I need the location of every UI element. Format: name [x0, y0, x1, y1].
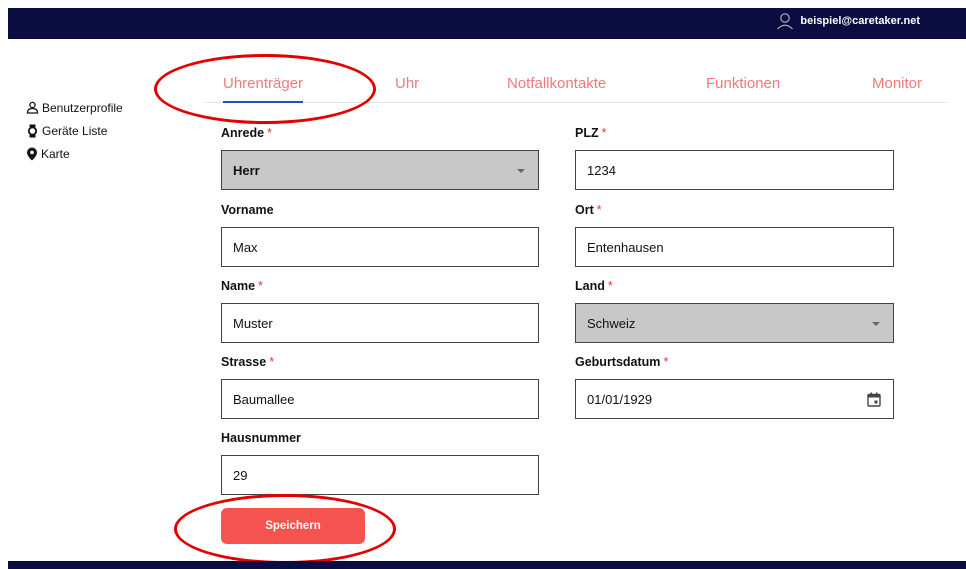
geburtsdatum-label: Geburtsdatum *	[575, 355, 669, 369]
required-mark: *	[267, 126, 272, 140]
land-value: Schweiz	[587, 315, 636, 331]
required-mark: *	[607, 279, 613, 293]
vorname-value: Max	[233, 239, 258, 255]
user-icon	[777, 13, 794, 30]
anrede-label: Anrede *	[221, 126, 272, 140]
anrede-select[interactable]: Herr	[221, 150, 539, 190]
vorname-field[interactable]: Max	[221, 227, 539, 267]
bottom-bar	[8, 561, 966, 569]
user-icon	[26, 101, 39, 114]
ort-label: Ort *	[575, 203, 602, 217]
tab-notfallkontakte[interactable]: Notfallkontakte	[507, 75, 606, 92]
top-bar: beispiel@caretaker.net	[8, 8, 966, 39]
ort-field[interactable]: Entenhausen	[575, 227, 894, 267]
sidebar-item-benutzerprofile[interactable]: Benutzerprofile	[26, 100, 123, 115]
chevron-down-icon	[872, 322, 880, 326]
hausnummer-value: 29	[233, 467, 248, 483]
hausnummer-field[interactable]: 29	[221, 455, 539, 495]
sidebar-item-label: Geräte Liste	[42, 123, 108, 138]
strasse-field[interactable]: Baumallee	[221, 379, 539, 419]
sidebar-item-geraete-liste[interactable]: Geräte Liste	[26, 123, 123, 138]
required-mark: *	[258, 279, 263, 293]
calendar-icon[interactable]	[867, 392, 881, 407]
land-label: Land *	[575, 279, 613, 293]
plz-label: PLZ *	[575, 126, 607, 140]
map-pin-icon	[27, 147, 37, 160]
strasse-label: Strasse *	[221, 355, 275, 369]
user-account[interactable]: beispiel@caretaker.net	[776, 12, 920, 30]
plz-field[interactable]: 1234	[575, 150, 894, 190]
name-label: Name *	[221, 279, 263, 293]
ort-value: Entenhausen	[587, 239, 664, 255]
tab-uhr[interactable]: Uhr	[395, 75, 419, 92]
sidebar-item-karte[interactable]: Karte	[26, 146, 123, 161]
plz-value: 1234	[587, 162, 616, 178]
watch-icon	[27, 124, 38, 137]
geburtsdatum-value: 01/01/1929	[587, 391, 653, 407]
geburtsdatum-field[interactable]: 01/01/1929	[575, 379, 894, 419]
tab-monitor[interactable]: Monitor	[872, 75, 922, 92]
name-value: Muster	[233, 315, 273, 331]
tab-bar: Uhrenträger Uhr Notfallkontakte Funktion…	[205, 70, 947, 103]
tab-funktionen[interactable]: Funktionen	[706, 75, 780, 92]
strasse-value: Baumallee	[233, 391, 295, 407]
sidebar-item-label: Benutzerprofile	[42, 100, 123, 115]
chevron-down-icon	[517, 169, 525, 173]
required-mark: *	[601, 126, 607, 140]
vorname-label: Vorname	[221, 203, 274, 217]
required-mark: *	[269, 355, 275, 369]
save-button[interactable]: Speichern	[221, 508, 365, 544]
required-mark: *	[663, 355, 669, 369]
land-select[interactable]: Schweiz	[575, 303, 894, 343]
sidebar: Benutzerprofile Geräte Liste Karte	[26, 100, 123, 169]
user-email: beispiel@caretaker.net	[800, 15, 920, 27]
hausnummer-label: Hausnummer	[221, 431, 301, 445]
tab-uhrentraeger[interactable]: Uhrenträger	[223, 75, 304, 103]
anrede-value: Herr	[233, 162, 260, 178]
required-mark: *	[596, 203, 602, 217]
sidebar-item-label: Karte	[41, 146, 70, 161]
name-field[interactable]: Muster	[221, 303, 539, 343]
